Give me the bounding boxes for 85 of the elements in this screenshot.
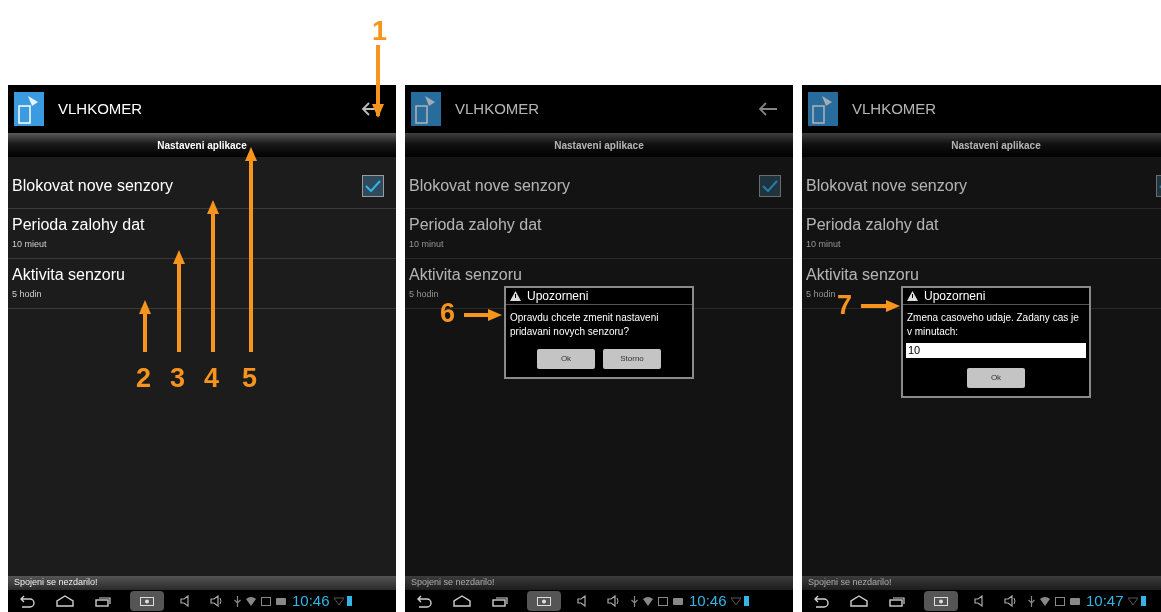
status-message: Spojeni se nezdarilo! xyxy=(802,576,1161,590)
checkmark-icon xyxy=(762,179,778,192)
screenshot-button[interactable] xyxy=(527,591,561,611)
dialog-title: Upozorneni xyxy=(527,288,589,305)
clock: 10:46 xyxy=(292,590,330,611)
setting-title[interactable]: Perioda zalohy dat xyxy=(12,215,392,236)
usb-icon xyxy=(1028,595,1035,607)
card-icon xyxy=(673,597,683,605)
battery-icon xyxy=(346,596,352,606)
app-logo-icon xyxy=(808,92,838,126)
callout-arrow xyxy=(464,309,502,321)
setting-title[interactable]: Aktivita senzoru xyxy=(806,265,1161,286)
checkmark-icon xyxy=(365,179,381,192)
image-icon xyxy=(1055,596,1065,606)
setting-title[interactable]: Perioda zalohy dat xyxy=(806,215,1161,236)
setting-value: 5 hodin xyxy=(806,288,836,302)
camera-icon xyxy=(140,596,154,606)
dialog-button[interactable]: Ok xyxy=(967,368,1025,388)
warning-icon xyxy=(510,291,521,301)
signal-icon xyxy=(1127,596,1138,606)
dialog-message: Zmena casoveho udaje. Zadany cas je v minutach: xyxy=(906,311,1080,339)
callout-number: 3 xyxy=(170,364,186,392)
usb-icon xyxy=(234,595,241,607)
app-title: VLHKOMER xyxy=(58,98,143,119)
image-icon xyxy=(261,596,271,606)
dialog-button[interactable]: Ok xyxy=(537,349,595,369)
status-message: Spojeni se nezdarilo! xyxy=(405,576,793,590)
signal-icon xyxy=(730,596,741,606)
app-title: VLHKOMER xyxy=(455,98,540,119)
image-icon xyxy=(658,596,668,606)
callout-number: 4 xyxy=(204,364,220,392)
screenshot-button[interactable] xyxy=(924,591,958,611)
home-icon[interactable] xyxy=(451,593,473,609)
app-title: VLHKOMER xyxy=(852,98,937,119)
volume-up-icon[interactable] xyxy=(210,595,224,607)
home-icon[interactable] xyxy=(848,593,870,609)
setting-title[interactable]: Blokovat nove senzory xyxy=(12,175,362,196)
setting-value: 5 hodin xyxy=(409,288,439,302)
dialog-button[interactable]: Storno xyxy=(603,349,661,369)
callout-number: 2 xyxy=(136,364,152,392)
setting-title[interactable]: Blokovat nove senzory xyxy=(409,175,759,196)
checkbox[interactable] xyxy=(362,174,384,197)
setting-title[interactable]: Blokovat nove senzory xyxy=(806,175,1156,196)
battery-icon xyxy=(1140,596,1146,606)
back-arrow-icon xyxy=(758,101,778,117)
callout-number: 6 xyxy=(440,299,456,327)
app-logo-icon xyxy=(411,92,441,126)
callout-number: 1 xyxy=(372,17,388,45)
wifi-icon xyxy=(246,596,256,606)
wifi-icon xyxy=(643,596,653,606)
warning-icon xyxy=(907,291,918,301)
card-icon xyxy=(276,597,286,605)
callout-number: 7 xyxy=(837,291,853,319)
callout-arrow xyxy=(861,300,900,312)
setting-value: 10 minut xyxy=(806,238,841,252)
callout-number: 5 xyxy=(242,364,258,392)
wifi-icon xyxy=(1040,596,1050,606)
camera-icon xyxy=(934,596,948,606)
setting-title[interactable]: Perioda zalohy dat xyxy=(409,215,789,236)
status-message: Spojeni se nezdarilo! xyxy=(8,576,396,590)
volume-up-icon[interactable] xyxy=(607,595,621,607)
minutes-input-field[interactable]: 10 xyxy=(906,343,1086,358)
dialog-title: Upozorneni xyxy=(924,288,986,305)
setting-value: 10 minut xyxy=(409,238,444,252)
usb-icon xyxy=(631,595,638,607)
dialog-message: Opravdu chcete zmenit nastaveni pridavani novych senzoru? xyxy=(509,311,660,339)
setting-title[interactable]: Aktivita senzoru xyxy=(409,265,789,286)
clock: 10:47 xyxy=(1086,590,1124,611)
camera-icon xyxy=(537,596,551,606)
section-header: Nastaveni aplikace xyxy=(8,133,396,157)
app-logo-icon xyxy=(14,92,44,126)
signal-icon xyxy=(333,596,344,606)
setting-value: 10 mieut xyxy=(12,238,47,252)
screenshot-button[interactable] xyxy=(130,591,164,611)
clock: 10:46 xyxy=(689,590,727,611)
callout-arrow xyxy=(139,300,151,352)
setting-value: 5 hodin xyxy=(12,288,42,302)
section-header: Nastaveni aplikace xyxy=(802,133,1161,157)
card-icon xyxy=(1070,597,1080,605)
section-header: Nastaveni aplikace xyxy=(405,133,793,157)
battery-icon xyxy=(743,596,749,606)
volume-up-icon[interactable] xyxy=(1004,595,1018,607)
setting-title[interactable]: Aktivita senzoru xyxy=(12,265,392,286)
home-icon[interactable] xyxy=(54,593,76,609)
checkbox[interactable] xyxy=(759,174,781,197)
